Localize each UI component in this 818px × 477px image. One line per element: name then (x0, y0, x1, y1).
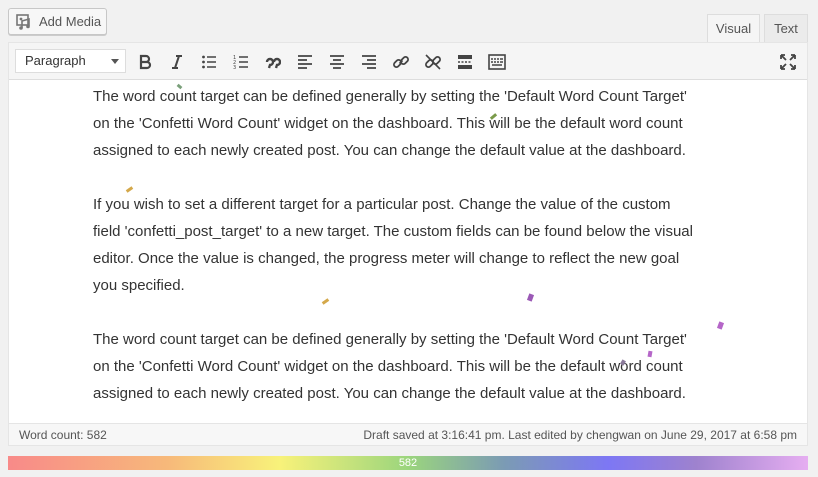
draft-status: Draft saved at 3:16:41 pm. Last edited b… (363, 428, 797, 442)
unlink-icon[interactable] (421, 50, 445, 74)
text-line: you specified. (93, 277, 185, 294)
word-count: Word count: 582 (19, 428, 107, 442)
paragraph: The word count target can be defined gen… (93, 83, 733, 164)
read-more-icon[interactable] (453, 50, 477, 74)
tab-visual-label: Visual (715, 21, 752, 36)
editor: Paragraph 123 The word count target can … (8, 42, 808, 446)
blockquote-icon[interactable] (261, 50, 285, 74)
svg-text:3: 3 (233, 65, 236, 70)
numbered-list-icon[interactable]: 123 (229, 50, 253, 74)
text-line: assigned to each newly created post. You… (93, 142, 686, 159)
text-line: field 'confetti_post_target' to a new ta… (93, 223, 693, 240)
confetti-piece (321, 298, 330, 305)
tab-text[interactable]: Text (764, 14, 808, 42)
text-line: editor. Once the value is changed, the p… (93, 250, 680, 267)
align-center-icon[interactable] (325, 50, 349, 74)
bold-icon[interactable] (133, 50, 157, 74)
add-media-button[interactable]: Add Media (8, 8, 107, 35)
paragraph: If you wish to set a different target fo… (93, 191, 733, 299)
bulleted-list-icon[interactable] (197, 50, 221, 74)
chevron-down-icon (111, 59, 119, 64)
fullscreen-icon[interactable] (776, 50, 800, 74)
text-line: on the 'Confetti Word Count' widget on t… (93, 115, 683, 132)
paragraph: The word count target can be defined gen… (93, 326, 733, 407)
format-select-value: Paragraph (25, 53, 86, 68)
format-select[interactable]: Paragraph (15, 49, 126, 73)
media-icon (16, 13, 34, 30)
editor-content[interactable]: The word count target can be defined gen… (9, 81, 807, 423)
align-right-icon[interactable] (357, 50, 381, 74)
status-bar: Word count: 582 Draft saved at 3:16:41 p… (9, 423, 807, 445)
editor-toolbar: Paragraph 123 (9, 43, 807, 80)
confetti-piece (526, 293, 535, 302)
text-line: The word count target can be defined gen… (93, 331, 687, 348)
progress-label: 582 (398, 457, 418, 469)
text-line: assigned to each newly created post. You… (93, 385, 686, 402)
link-icon[interactable] (389, 50, 413, 74)
text-line: on the 'Confetti Word Count' widget on t… (93, 358, 683, 375)
align-left-icon[interactable] (293, 50, 317, 74)
italic-icon[interactable] (165, 50, 189, 74)
text-line: If you wish to set a different target fo… (93, 196, 671, 213)
add-media-label: Add Media (39, 14, 102, 29)
word-count-progress-bar: 582 (8, 456, 808, 470)
toolbar-toggle-icon[interactable] (485, 50, 509, 74)
tab-text-label: Text (774, 21, 798, 36)
text-line: The word count target can be defined gen… (93, 88, 687, 105)
tab-visual[interactable]: Visual (707, 14, 760, 42)
